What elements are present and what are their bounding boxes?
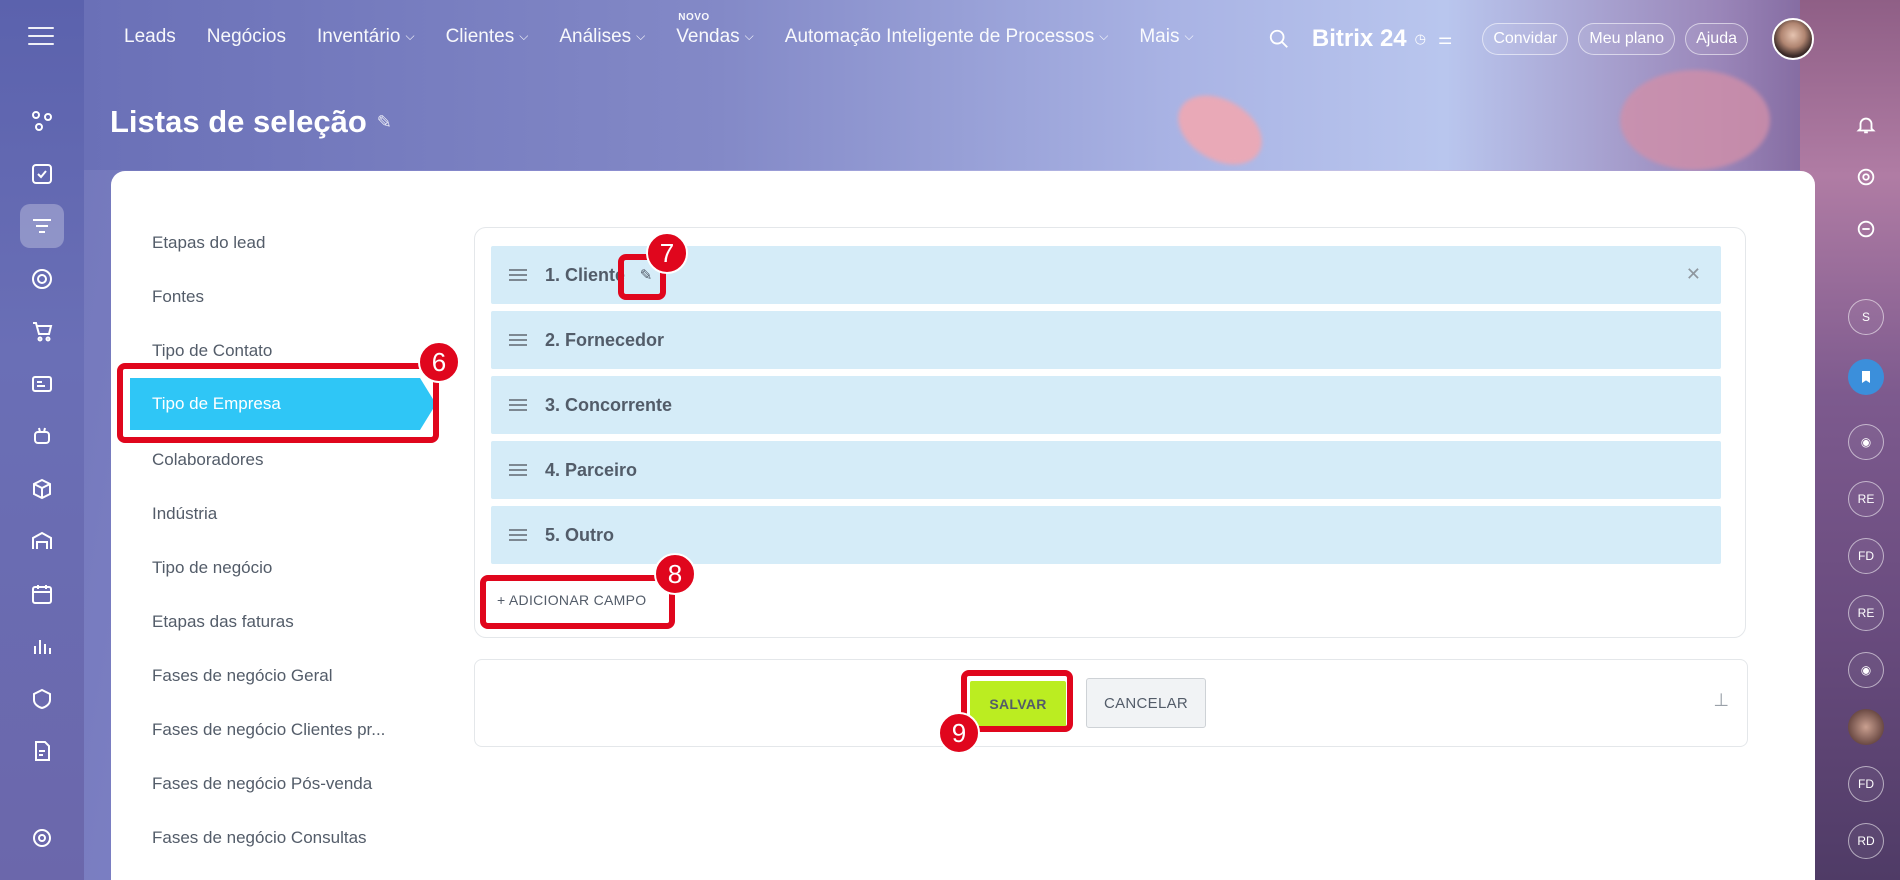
sidebar-item-deal-type[interactable]: Tipo de negócio [152,558,272,578]
sidebar-item-industry[interactable]: Indústria [152,504,217,524]
chevron-down-icon: ⌵ [1184,29,1194,43]
nav-cart-icon[interactable] [20,309,64,353]
page-header: Listas de seleção ✎ [110,104,392,140]
nav-robot-icon[interactable] [20,414,64,458]
menu-hamburger-icon[interactable] [28,27,54,47]
sidebar-item-contact-type[interactable]: Tipo de Contato [152,341,272,361]
topnav-more[interactable]: Mais ⌵ [1139,26,1193,48]
nav-docs-icon[interactable] [20,729,64,773]
topnav-automation[interactable]: Automação Inteligente de Processos ⌵ [785,26,1109,48]
search-icon[interactable] [1268,28,1290,50]
close-icon[interactable]: ✕ [1686,264,1701,285]
contact-avatar-photo[interactable] [1848,709,1884,745]
sliders-icon[interactable]: ⚌ [1438,29,1452,49]
drag-handle-icon[interactable] [509,526,527,544]
callout-number: 9 [938,712,980,754]
help-button[interactable]: Ajuda [1685,23,1748,55]
field-label: 3. Concorrente [545,394,673,415]
callout-number: 6 [418,341,460,383]
drag-handle-icon[interactable] [509,461,527,479]
sidebar-item-deal-stages-consults[interactable]: Fases de negócio Consultas [152,828,367,848]
drag-handle-icon[interactable] [509,331,527,349]
topnav-inventory[interactable]: Inventário ⌵ [317,26,415,48]
top-bar: Leads Negócios Inventário ⌵ Clientes ⌵ Aná… [84,0,1814,76]
top-right-controls: Bitrix 24 ◷ ⚌ Convidar Meu plano Ajuda [1268,18,1814,60]
avatar[interactable] [1772,18,1814,60]
topnav-clients[interactable]: Clientes ⌵ [446,26,529,48]
drag-handle-icon[interactable] [509,266,527,284]
nav-settings-icon[interactable] [20,816,64,860]
chevron-down-icon: ⌵ [744,29,754,43]
bookmark-icon[interactable] [1848,359,1884,395]
list-item[interactable]: 4. Parceiro [491,441,1721,499]
openlines-icon[interactable]: ◉ [1848,652,1884,688]
brand-logo[interactable]: Bitrix 24 [1312,25,1407,53]
topnav-leads[interactable]: Leads [124,26,176,48]
new-badge: NOVO [678,12,710,23]
list-item[interactable]: 3. Concorrente [491,376,1721,434]
callout-number: 8 [654,553,696,595]
contact-avatar[interactable]: S [1848,299,1884,335]
drag-handle-icon[interactable] [509,396,527,414]
contact-avatar[interactable]: RE [1848,481,1884,517]
main-card: Etapas do lead Fontes Tipo de Contato Ti… [111,171,1815,880]
sidebar-item-company-type[interactable]: Tipo de Empresa [130,378,436,430]
pin-icon[interactable]: ⊥ [1713,690,1729,711]
sidebar-item-deal-stages-aftersale[interactable]: Fases de negócio Pós-venda [152,774,372,794]
nav-box-icon[interactable] [20,467,64,511]
topnav-deals[interactable]: Negócios [207,26,286,48]
invite-button[interactable]: Convidar [1482,23,1569,55]
sidebar-item-deal-stages-clients[interactable]: Fases de negócio Clientes pr... [152,720,385,740]
top-navigation: Leads Negócios Inventário ⌵ Clientes ⌵ Aná… [124,12,1225,48]
petal-decoration [1620,70,1770,170]
callout-number: 7 [646,232,688,274]
nav-crm-icon[interactable] [20,204,64,248]
pin-icon[interactable]: ✎ [377,112,392,133]
nav-calendar-icon[interactable] [20,572,64,616]
copilot-icon[interactable] [1848,159,1884,195]
list-item[interactable]: 2. Fornecedor [491,311,1721,369]
contact-avatar[interactable]: RE [1848,595,1884,631]
contact-avatar[interactable]: RD [1848,823,1884,859]
sidebar-item-sources[interactable]: Fontes [152,287,204,307]
contact-avatar[interactable]: FD [1848,766,1884,802]
nav-flows-icon[interactable] [20,99,64,143]
cancel-button[interactable]: CANCELAR [1086,678,1206,728]
nav-shield-icon[interactable] [20,677,64,721]
add-field-button[interactable]: + ADICIONAR CAMPO [497,592,646,608]
sidebar-item-invoice-stages[interactable]: Etapas das faturas [152,612,294,632]
nav-contacts-icon[interactable] [20,362,64,406]
openlines-icon[interactable]: ◉ [1848,424,1884,460]
nav-target-icon[interactable] [20,257,64,301]
nav-warehouse-icon[interactable] [20,519,64,563]
page-title: Listas de seleção [110,104,367,139]
sidebar-item-deal-stages-general[interactable]: Fases de negócio Geral [152,666,333,686]
sidebar-item-lead-stages[interactable]: Etapas do lead [152,233,265,253]
chat-icon[interactable] [1848,211,1884,247]
save-button[interactable]: SALVAR [970,681,1066,727]
chevron-down-icon: ⌵ [636,29,646,43]
field-label: 2. Fornecedor [545,329,665,350]
field-label: 1. Cliente [545,264,626,285]
field-label: 4. Parceiro [545,459,638,480]
sidebar-item-employees[interactable]: Colaboradores [152,450,264,470]
form-footer: SALVAR CANCELAR ⊥ [474,659,1748,747]
contact-avatar[interactable]: FD [1848,538,1884,574]
chevron-down-icon: ⌵ [519,29,529,43]
my-plan-button[interactable]: Meu plano [1578,23,1676,55]
nav-analytics-icon[interactable] [20,624,64,668]
chevron-down-icon: ⌵ [1099,29,1109,43]
clock-icon: ◷ [1414,31,1426,46]
bell-icon[interactable] [1848,107,1884,143]
topnav-sales[interactable]: NOVO Vendas ⌵ [676,12,754,48]
field-label: 5. Outro [545,524,615,545]
topnav-analytics[interactable]: Análises ⌵ [559,26,645,48]
chevron-down-icon: ⌵ [405,29,415,43]
left-navigation [0,0,84,880]
nav-tasks-icon[interactable] [20,152,64,196]
